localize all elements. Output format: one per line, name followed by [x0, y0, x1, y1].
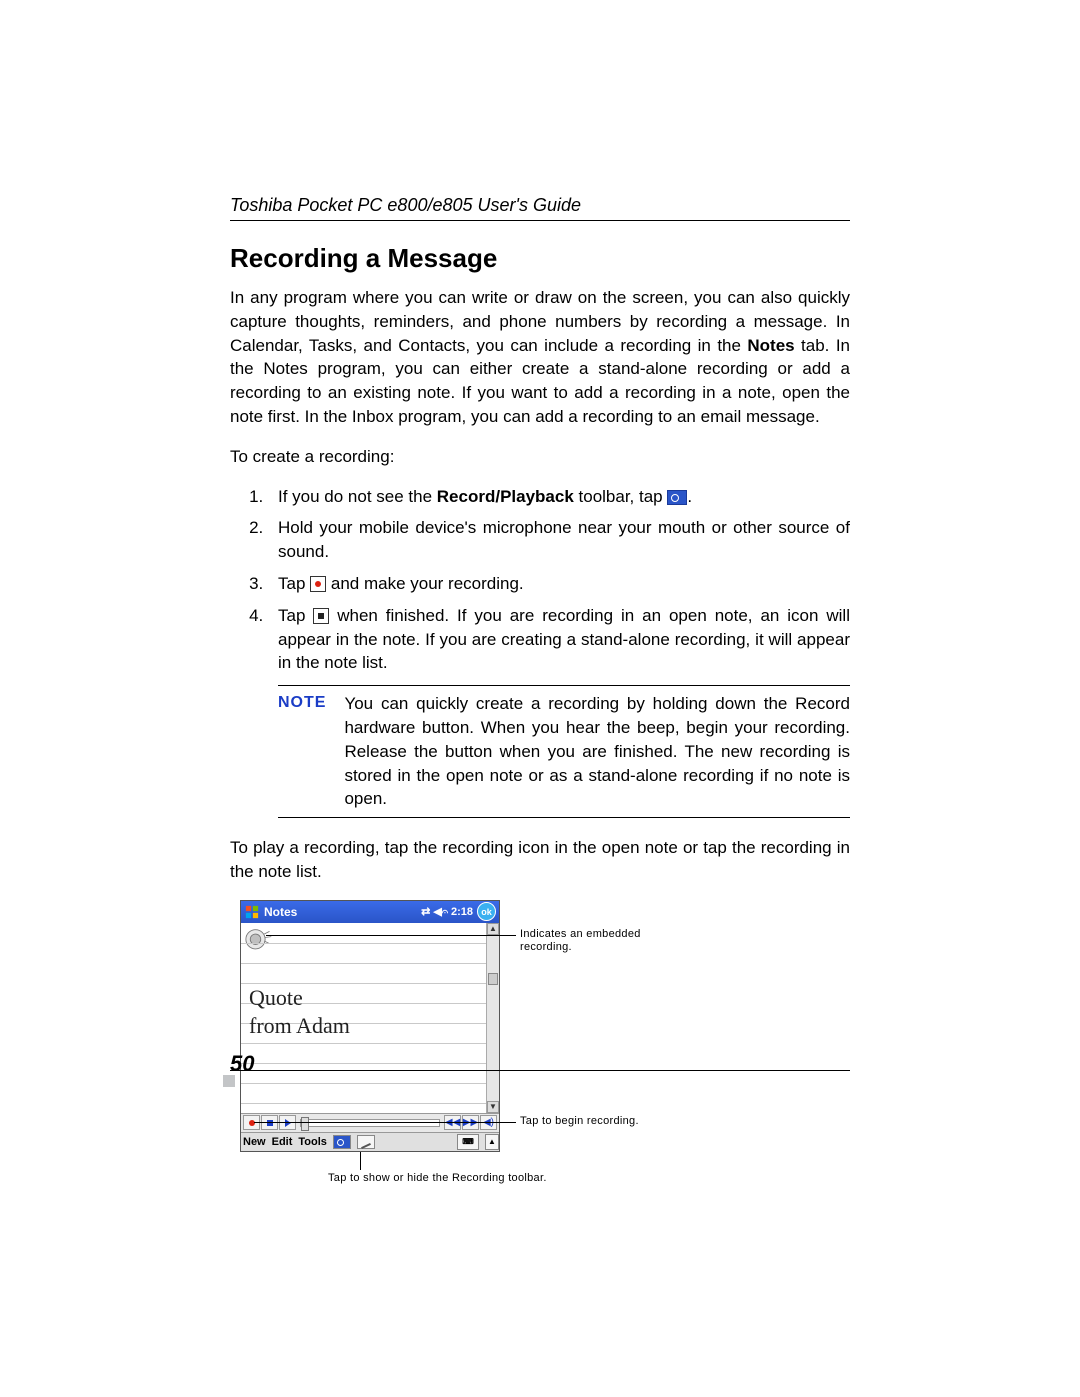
play-paragraph: To play a recording, tap the recording i… [230, 836, 850, 884]
bottom-rule [230, 1070, 850, 1071]
toolbar-stop-button[interactable] [261, 1115, 278, 1130]
stop-button-icon [313, 608, 329, 624]
menu-keyboard-icon[interactable]: ⌨ [457, 1134, 479, 1150]
scroll-up[interactable]: ▲ [487, 923, 499, 935]
step-3: Tap and make your recording. [268, 572, 850, 596]
intro-bold-notes: Notes [747, 336, 794, 355]
callout-tap-begin: Tap to begin recording. [520, 1115, 640, 1128]
step1-text-b: toolbar, tap [574, 487, 668, 506]
pda-time: 2:18 [451, 906, 473, 918]
toolbar-slider[interactable] [300, 1119, 440, 1127]
step-2: Hold your mobile device's microphone nea… [268, 516, 850, 564]
intro-paragraph: In any program where you can write or dr… [230, 286, 850, 429]
pda-app-title: Notes [264, 905, 297, 919]
toolbar-rewind-button[interactable]: ◀◀ [444, 1115, 461, 1130]
handwriting-line2: from Adam [249, 1013, 350, 1039]
toolbar-forward-button[interactable]: ▶▶ [462, 1115, 479, 1130]
top-rule [230, 220, 850, 221]
note-text: You can quickly create a recording by ho… [344, 692, 850, 811]
menu-input-arrow[interactable]: ▲ [485, 1134, 499, 1150]
volume-icon: ◀𝄐 [433, 905, 448, 919]
pda-note-area[interactable]: Quote from Adam ▲ ▼ [241, 923, 499, 1113]
embedded-recording-icon[interactable] [245, 927, 273, 955]
pda-figure: Notes ⇄ ◀𝄐 2:18 ok [230, 900, 850, 1190]
handwriting-line1: Quote [249, 985, 303, 1011]
section-title: Recording a Message [230, 243, 850, 274]
page-number: 50 [230, 1051, 254, 1076]
step1-text-c: . [687, 487, 692, 506]
callout-toolbar-toggle: Tap to show or hide the Recording toolba… [328, 1172, 628, 1185]
step-4: Tap when finished. If you are recording … [268, 604, 850, 675]
step4-text-a: Tap [278, 606, 313, 625]
record-button-icon [310, 576, 326, 592]
menu-tools[interactable]: Tools [298, 1136, 327, 1148]
steps-list: If you do not see the Record/Playback to… [230, 485, 850, 676]
page-marker-square [223, 1075, 235, 1087]
menu-new[interactable]: New [243, 1136, 266, 1148]
callout-embedded: Indicates an embedded recording. [520, 928, 670, 954]
scroll-thumb[interactable] [488, 973, 498, 985]
step3-text-a: Tap [278, 574, 310, 593]
connectivity-icon: ⇄ [421, 905, 430, 918]
scroll-down[interactable]: ▼ [487, 1101, 499, 1113]
step-1: If you do not see the Record/Playback to… [268, 485, 850, 509]
note-label: NOTE [278, 692, 326, 811]
guide-title: Toshiba Pocket PC e800/e805 User's Guide [230, 195, 850, 216]
menu-recording-toggle-icon[interactable] [333, 1135, 351, 1149]
step1-text-a: If you do not see the [278, 487, 437, 506]
menu-edit[interactable]: Edit [272, 1136, 293, 1148]
toolbar-record-button[interactable] [243, 1115, 260, 1130]
ok-button[interactable]: ok [477, 902, 496, 921]
to-create-label: To create a recording: [230, 445, 850, 469]
step4-text-b: when finished. If you are recording in a… [278, 606, 850, 673]
menu-pen-icon[interactable] [357, 1135, 375, 1149]
recording-toolbar-icon [667, 490, 687, 505]
toolbar-volume-button[interactable]: ◀) [480, 1115, 497, 1130]
scrollbar[interactable]: ▲ ▼ [486, 923, 499, 1113]
pda-window: Notes ⇄ ◀𝄐 2:18 ok [240, 900, 500, 1152]
pda-status: ⇄ ◀𝄐 2:18 [421, 905, 473, 919]
note-block: NOTE You can quickly create a recording … [278, 685, 850, 818]
toolbar-play-button[interactable] [279, 1115, 296, 1130]
step1-bold: Record/Playback [437, 487, 574, 506]
step3-text-b: and make your recording. [326, 574, 524, 593]
start-icon[interactable] [244, 904, 260, 920]
pda-menubar: New Edit Tools ⌨ ▲ [241, 1132, 499, 1151]
pda-titlebar: Notes ⇄ ◀𝄐 2:18 ok [241, 901, 499, 923]
